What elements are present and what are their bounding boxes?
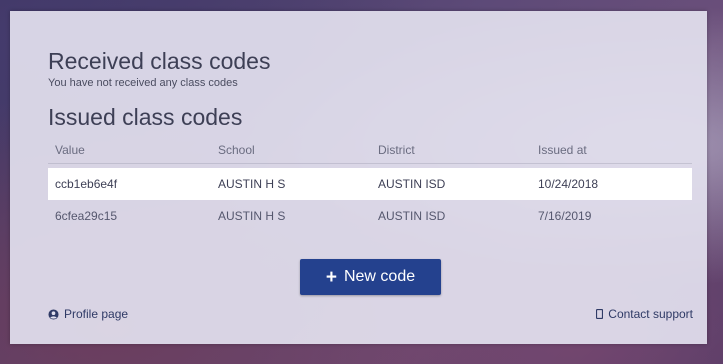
table-row[interactable]: 6cfea29c15 AUSTIN H S AUSTIN ISD 7/16/20… bbox=[48, 200, 692, 232]
class-codes-panel: Received class codes You have not receiv… bbox=[10, 11, 707, 344]
contact-support-link[interactable]: Contact support bbox=[596, 307, 693, 321]
profile-page-label: Profile page bbox=[64, 307, 129, 321]
received-empty-message: You have not received any class codes bbox=[48, 77, 238, 89]
code-issued-at: 7/16/2019 bbox=[538, 209, 592, 223]
new-code-label: New code bbox=[343, 268, 416, 285]
issued-codes-table: Value School District Issued at ccb1eb6e… bbox=[48, 137, 692, 232]
contact-support-label: Contact support bbox=[608, 307, 693, 321]
code-value: ccb1eb6e4f bbox=[55, 177, 118, 191]
code-district: AUSTIN ISD bbox=[378, 177, 446, 191]
received-codes-title: Received class codes bbox=[48, 48, 271, 74]
column-header-school: School bbox=[218, 143, 255, 157]
column-header-district: District bbox=[378, 143, 415, 157]
phone-icon bbox=[596, 309, 604, 319]
issued-codes-title: Issued class codes bbox=[48, 104, 243, 130]
user-circle-icon bbox=[48, 308, 59, 320]
code-school: AUSTIN H S bbox=[218, 209, 286, 223]
code-issued-at: 10/24/2018 bbox=[538, 177, 599, 191]
profile-page-link[interactable]: Profile page bbox=[48, 307, 128, 321]
table-row[interactable]: ccb1eb6e4f AUSTIN H S AUSTIN ISD 10/24/2… bbox=[48, 168, 692, 200]
code-school: AUSTIN H S bbox=[218, 177, 286, 191]
column-header-issued-at: Issued at bbox=[538, 143, 587, 157]
column-header-value: Value bbox=[55, 143, 85, 157]
new-code-button[interactable]: + New code bbox=[300, 259, 441, 295]
plus-icon: + bbox=[325, 266, 337, 288]
table-header-row: Value School District Issued at bbox=[48, 137, 692, 164]
code-value: 6cfea29c15 bbox=[55, 209, 118, 223]
code-district: AUSTIN ISD bbox=[378, 209, 446, 223]
